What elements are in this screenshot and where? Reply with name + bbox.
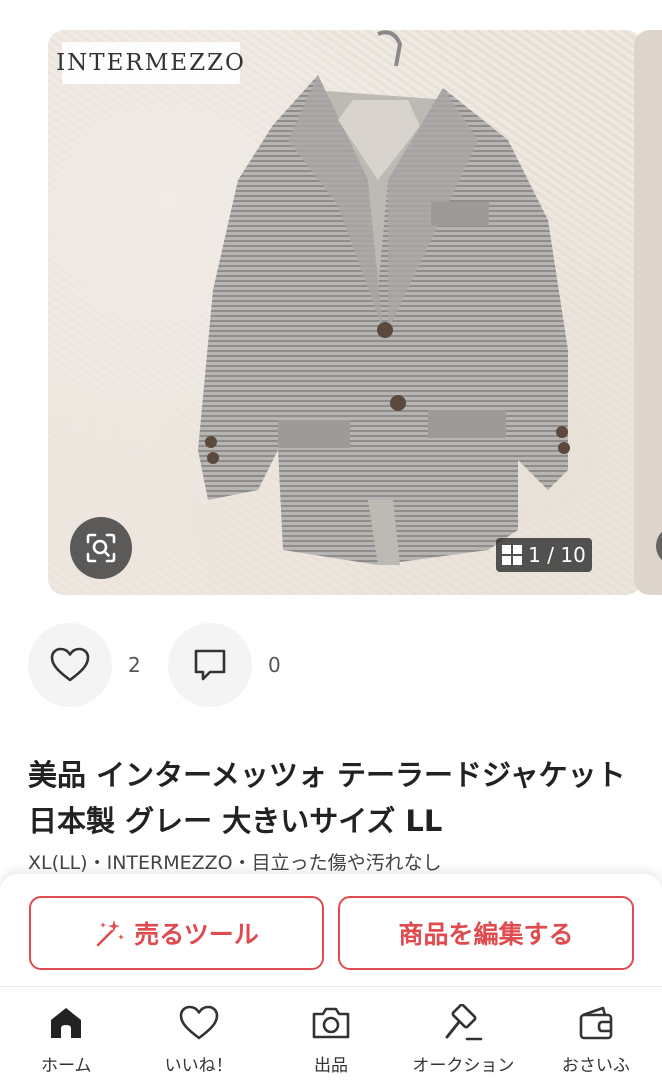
next-photo-peek[interactable] xyxy=(634,30,662,595)
bottom-tab-bar: ホーム いいね！ 出品 オークション おさいふ xyxy=(0,986,662,1080)
zoom-search-icon xyxy=(86,533,116,563)
sell-tool-label: 売るツール xyxy=(134,920,259,949)
comment-icon xyxy=(194,649,226,681)
tab-sell-label: 出品 xyxy=(314,1056,349,1076)
tab-likes[interactable]: いいね！ xyxy=(132,987,264,1080)
heart-icon xyxy=(50,647,90,682)
tab-likes-label: いいね！ xyxy=(164,1056,233,1076)
tab-wallet[interactable]: おさいふ xyxy=(530,987,662,1080)
image-carousel[interactable]: INTERMEZZO 1 / 10 xyxy=(0,0,662,610)
gavel-icon xyxy=(445,1004,483,1041)
tab-auction-label: オークション xyxy=(412,1056,515,1076)
sparkle-wand-icon xyxy=(96,920,125,947)
tab-home-label: ホーム xyxy=(40,1056,92,1076)
product-photo[interactable] xyxy=(48,30,642,595)
tab-home[interactable]: ホーム xyxy=(0,987,132,1080)
wallet-icon xyxy=(579,1006,613,1040)
comment-button[interactable] xyxy=(168,623,252,707)
action-panel: 売るツール 商品を編集する xyxy=(0,874,662,986)
tab-auction[interactable]: オークション xyxy=(397,987,529,1080)
reaction-row: 2 0 xyxy=(28,622,308,708)
sell-tool-button[interactable]: 売るツール xyxy=(29,896,324,970)
image-counter-text: 1 / 10 xyxy=(528,543,586,567)
jacket-illustration xyxy=(198,30,570,565)
tab-sell[interactable]: 出品 xyxy=(265,987,397,1080)
comments-count: 0 xyxy=(268,653,281,677)
image-counter[interactable]: 1 / 10 xyxy=(496,538,592,572)
product-meta: XL(LL)・INTERMEZZO・目立った傷や汚れなし xyxy=(28,852,442,874)
brand-watermark: INTERMEZZO xyxy=(56,42,244,84)
image-zoom-button[interactable] xyxy=(70,517,132,579)
tab-wallet-label: おさいふ xyxy=(561,1056,630,1076)
edit-item-label: 商品を編集する xyxy=(398,920,574,949)
grid-icon xyxy=(502,545,523,565)
heart-icon xyxy=(179,1005,218,1040)
like-button[interactable] xyxy=(28,623,112,707)
product-title: 美品 インターメッツォ テーラードジャケット 日本製 グレー 大きいサイズ LL xyxy=(28,758,626,838)
home-icon xyxy=(51,1008,82,1038)
camera-icon xyxy=(312,1007,350,1039)
edit-item-button[interactable]: 商品を編集する xyxy=(338,896,634,970)
likes-count: 2 xyxy=(128,653,141,677)
